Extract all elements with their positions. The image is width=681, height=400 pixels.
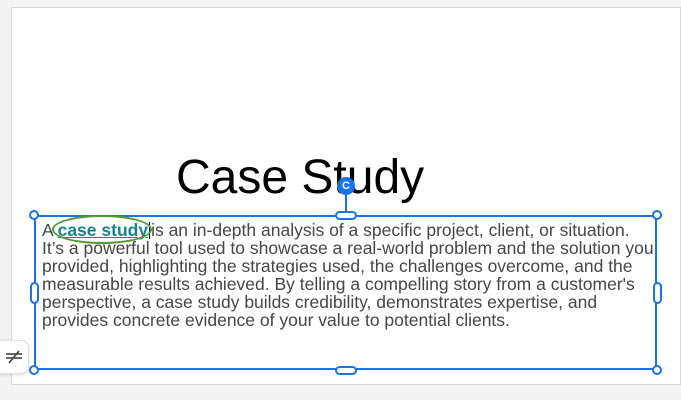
body-lead-text: A: [42, 220, 53, 240]
resize-handle-left[interactable]: [30, 282, 39, 304]
resize-handle-right[interactable]: [653, 282, 662, 304]
rotate-connector: [345, 193, 347, 213]
resize-handle-bottom[interactable]: [335, 366, 357, 375]
rotate-handle[interactable]: C: [337, 177, 355, 195]
resize-handle-top-left[interactable]: [29, 210, 39, 220]
text-cursor: [149, 222, 151, 239]
resize-handle-bottom-right[interactable]: [652, 365, 662, 375]
rotate-icon: C: [342, 180, 350, 192]
side-panel-toggle-button[interactable]: [0, 340, 29, 374]
keyword-link[interactable]: case study: [58, 220, 148, 240]
text-box-content[interactable]: A case study is an in-depth analysis of …: [42, 215, 654, 329]
resize-handle-top-right[interactable]: [652, 210, 662, 220]
resize-handle-bottom-left[interactable]: [29, 365, 39, 375]
keyword-highlight[interactable]: case study: [51, 215, 153, 244]
strikethrough-toggle-icon: [6, 350, 22, 364]
slide-title[interactable]: Case Study: [176, 148, 424, 208]
